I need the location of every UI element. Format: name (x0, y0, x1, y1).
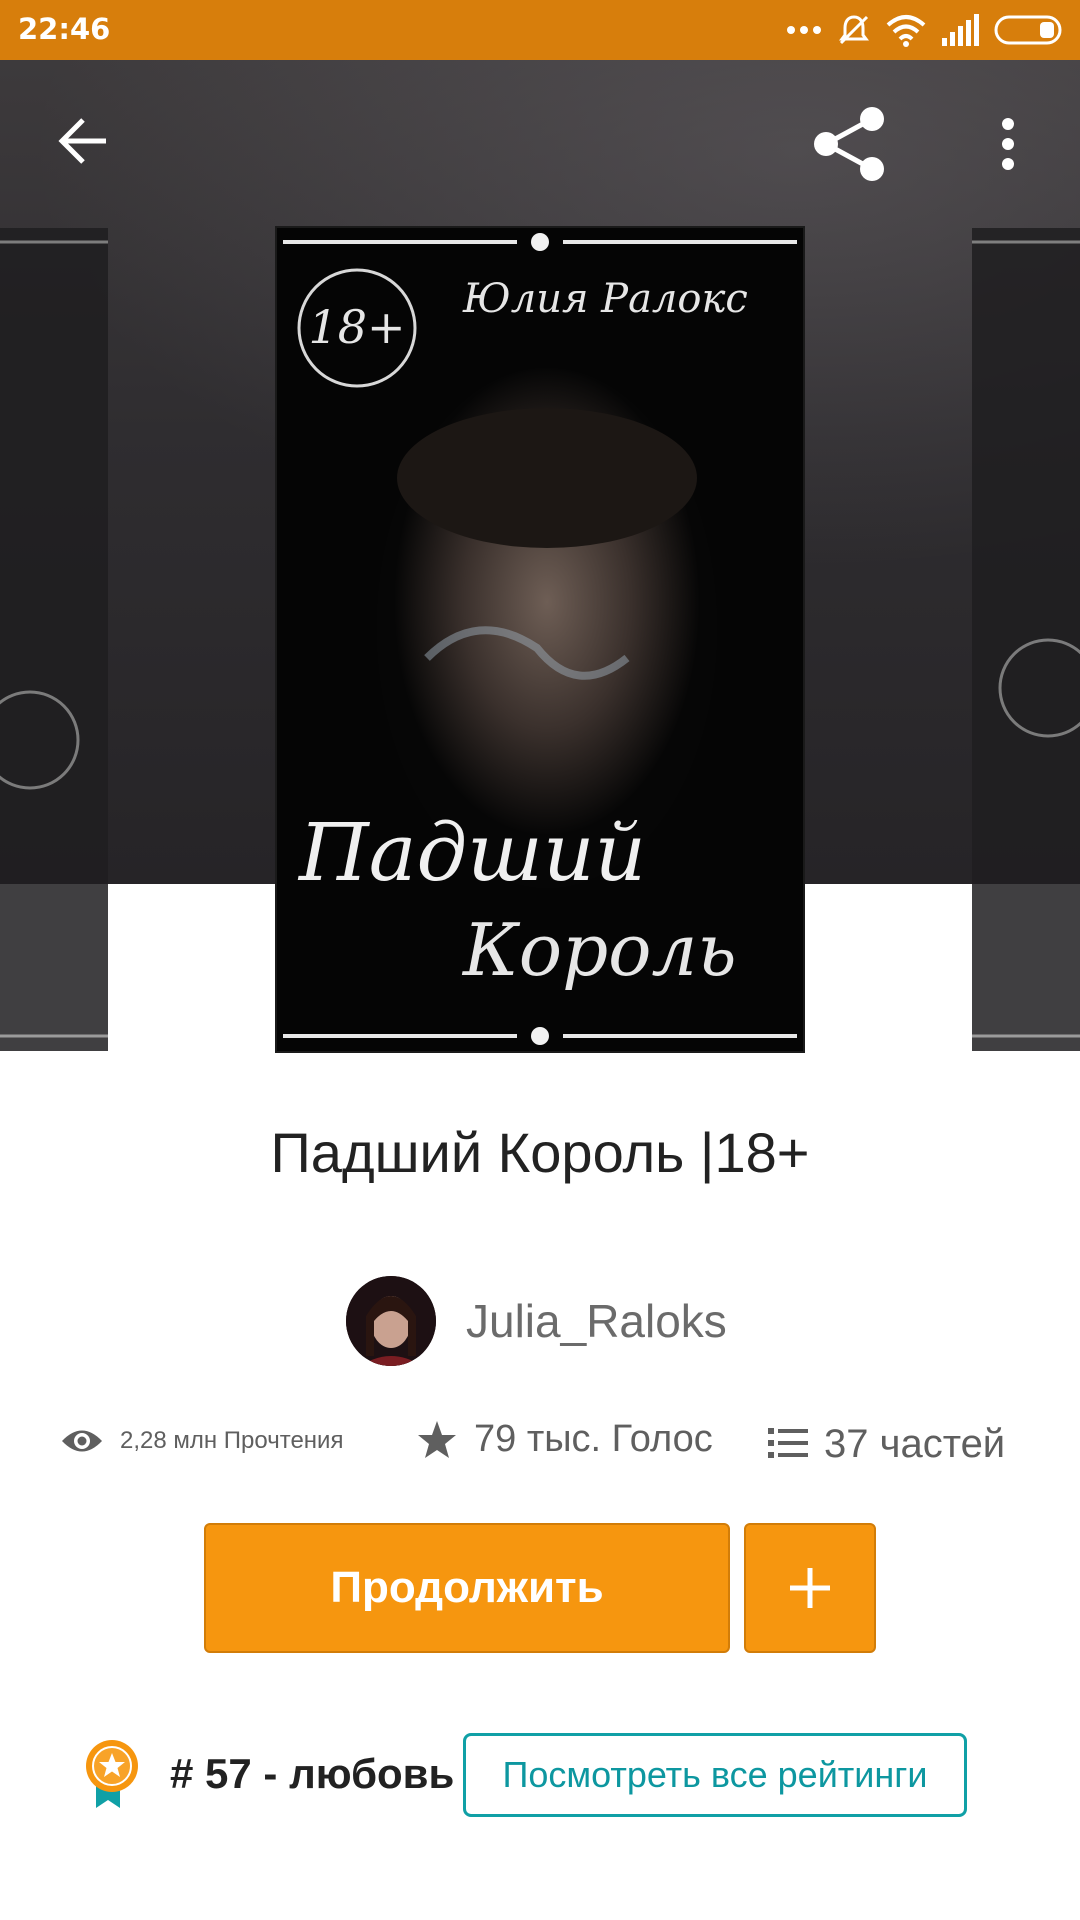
parts-count: 37 частей (824, 1422, 1006, 1466)
ranking-text: # 57 - любовь (170, 1750, 455, 1797)
signal-icon (942, 14, 979, 46)
author-name[interactable]: Julia_Raloks (466, 1294, 727, 1348)
eye-icon (62, 1430, 102, 1452)
status-bar: 22:46 (0, 0, 1080, 60)
parts-stat[interactable]: 37 частей (768, 1418, 1005, 1467)
list-icon (768, 1427, 808, 1458)
back-button[interactable] (56, 114, 110, 173)
star-icon (418, 1420, 456, 1458)
story-stats: 2,28 млн Прочтения 79 тыс. Голос 37 част… (60, 1418, 1020, 1478)
share-icon (814, 107, 884, 181)
status-time: 22:46 (18, 12, 111, 46)
story-title: Падший Король |18+ (270, 1121, 810, 1184)
more-menu-button[interactable] (996, 114, 1020, 179)
avatar-image (346, 1276, 436, 1366)
more-vert-icon (1002, 118, 1014, 170)
reads-count: 2,28 млн Прочтения (120, 1427, 344, 1454)
author-row[interactable]: Julia_Raloks (346, 1276, 727, 1366)
ranking-row: # 57 - любовь (84, 1738, 454, 1810)
ranking-badge-icon (86, 1740, 138, 1808)
cover-title-line1: Падший (299, 806, 646, 899)
cover-author-script: Юлия Ралокс (463, 276, 748, 322)
more-dots-icon (787, 26, 821, 34)
cover-title-line2: Король (463, 908, 737, 992)
previous-cover[interactable] (0, 228, 108, 1051)
author-avatar[interactable] (346, 1276, 436, 1366)
previous-cover-art (0, 228, 108, 1051)
continue-reading-button[interactable]: Продолжить (204, 1523, 730, 1653)
battery-icon (994, 15, 1062, 45)
wifi-icon (886, 15, 926, 47)
cover-age-badge: 18+ (308, 300, 406, 354)
add-to-library-button[interactable] (744, 1523, 876, 1653)
votes-count: 79 тыс. Голос (474, 1418, 713, 1460)
status-icons (786, 12, 1066, 48)
arrow-left-icon (58, 118, 106, 164)
mute-icon (839, 15, 869, 45)
plus-icon (790, 1568, 830, 1608)
reads-stat: 2,28 млн Прочтения (60, 1426, 343, 1456)
view-all-rankings-button[interactable]: Посмотреть все рейтинги (463, 1733, 967, 1817)
next-cover-art (972, 228, 1080, 1051)
share-button[interactable] (812, 106, 888, 187)
book-cover[interactable]: 18+ Юлия Ралокс Падший Король (277, 228, 803, 1051)
votes-stat: 79 тыс. Голос (416, 1418, 713, 1461)
next-cover[interactable] (972, 228, 1080, 1051)
